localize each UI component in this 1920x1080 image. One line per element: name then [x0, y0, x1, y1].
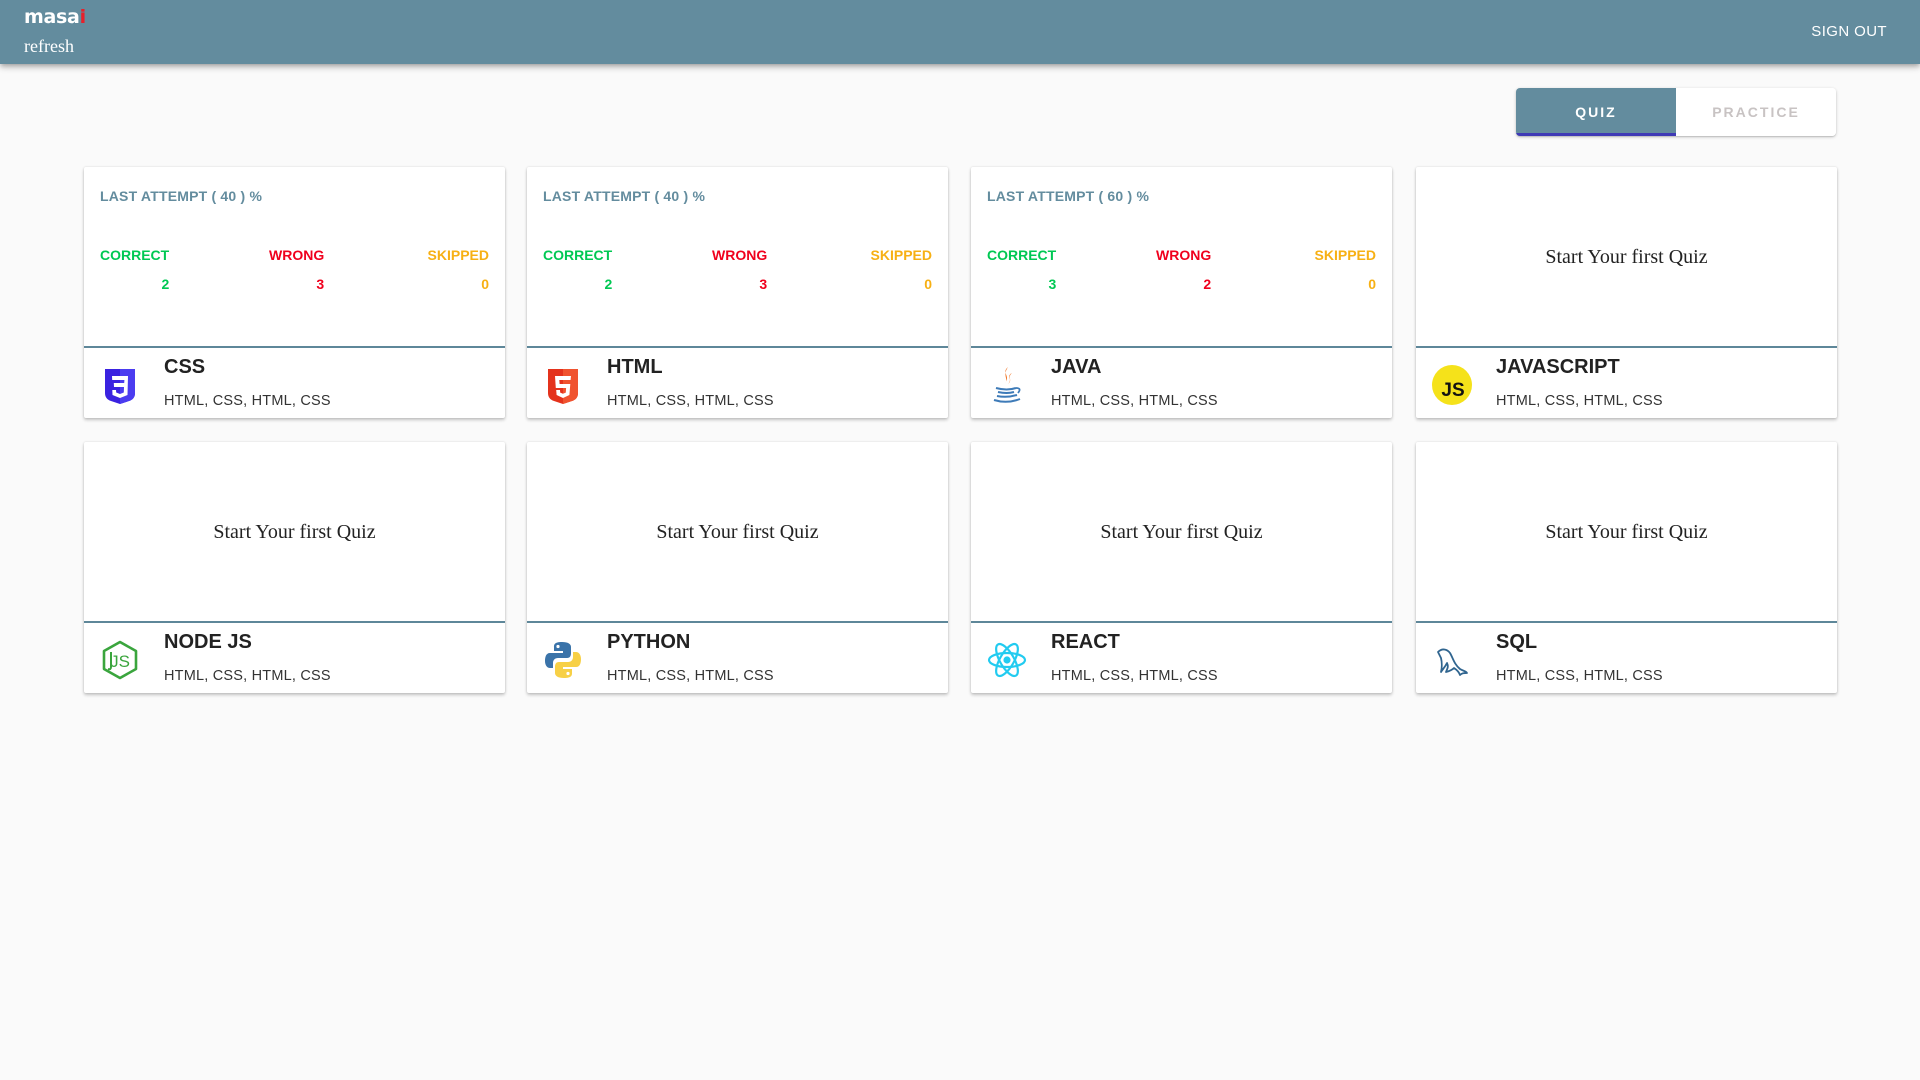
app-bar: masai refresh SIGN OUT	[0, 0, 1920, 64]
mysql-dolphin-icon	[1432, 640, 1472, 680]
card-tags: HTML, CSS, HTML, CSS	[1051, 668, 1218, 684]
correct-count: 2	[604, 276, 613, 292]
correct-label: CORRECT	[543, 247, 613, 263]
card-footer: JS NODE JS HTML, CSS, HTML, CSS	[84, 625, 505, 693]
card-start-area: Start Your first Quiz	[1416, 167, 1837, 348]
quiz-card-css[interactable]: LAST ATTEMPT ( 40 ) % CORRECT 2 WRONG 3 SK…	[84, 167, 505, 418]
wrong-count: 2	[1203, 276, 1212, 292]
refresh-link[interactable]: refresh	[24, 36, 74, 57]
wrong-label: WRONG	[712, 247, 768, 263]
last-attempt-score: LAST ATTEMPT ( 40 ) %	[100, 188, 263, 204]
correct-count: 3	[1048, 276, 1057, 292]
svg-text:JS: JS	[1441, 380, 1464, 401]
correct-count: 2	[161, 276, 170, 292]
javascript-icon: JS	[1432, 365, 1472, 405]
skipped-count: 0	[481, 276, 489, 292]
card-stats: LAST ATTEMPT ( 40 ) % CORRECT 2 WRONG 3 SK…	[84, 167, 505, 348]
card-start-area: Start Your first Quiz	[84, 442, 505, 623]
skipped-label: SKIPPED	[427, 247, 489, 263]
skipped-stat: SKIPPED 0	[428, 247, 489, 292]
card-title: SQL	[1496, 631, 1538, 653]
css3-icon	[100, 365, 140, 405]
skipped-stat: SKIPPED 0	[1315, 247, 1376, 292]
skipped-label: SKIPPED	[1314, 247, 1376, 263]
masai-logo[interactable]: masai	[24, 6, 86, 28]
correct-stat: CORRECT 3	[987, 247, 1056, 292]
card-footer: HTML HTML, CSS, HTML, CSS	[527, 350, 948, 418]
start-first-quiz[interactable]: Start Your first Quiz	[971, 442, 1392, 623]
card-title: PYTHON	[607, 631, 691, 653]
sign-out-button[interactable]: SIGN OUT	[1811, 23, 1887, 40]
card-title: HTML	[607, 356, 663, 378]
svg-text:JS: JS	[110, 652, 130, 671]
skipped-stat: SKIPPED 0	[871, 247, 932, 292]
skipped-count: 0	[924, 276, 932, 292]
start-first-quiz[interactable]: Start Your first Quiz	[1416, 167, 1837, 348]
tab-quiz[interactable]: QUIZ	[1516, 88, 1676, 136]
wrong-count: 3	[759, 276, 768, 292]
html5-icon	[543, 365, 583, 405]
nodejs-icon: JS	[100, 640, 140, 680]
skipped-count: 0	[1368, 276, 1376, 292]
card-footer: JAVA HTML, CSS, HTML, CSS	[971, 350, 1392, 418]
wrong-count: 3	[316, 276, 325, 292]
python-icon	[543, 640, 583, 680]
quiz-card-javascript[interactable]: Start Your first Quiz JS JAVASCRIPT HTML…	[1416, 167, 1837, 418]
card-tags: HTML, CSS, HTML, CSS	[1051, 393, 1218, 409]
wrong-stat: WRONG 3	[269, 247, 324, 292]
card-tags: HTML, CSS, HTML, CSS	[1496, 393, 1663, 409]
logo-text: masa	[24, 6, 80, 28]
card-title: JAVA	[1051, 356, 1102, 378]
card-tags: HTML, CSS, HTML, CSS	[164, 393, 331, 409]
correct-label: CORRECT	[100, 247, 170, 263]
card-stats: LAST ATTEMPT ( 40 ) % CORRECT 2 WRONG 3 SK…	[527, 167, 948, 348]
quiz-card-sql[interactable]: Start Your first Quiz SQL HTML, CSS, HTM…	[1416, 442, 1837, 693]
card-title: CSS	[164, 356, 206, 378]
card-tags: HTML, CSS, HTML, CSS	[164, 668, 331, 684]
logo-accent: i	[79, 6, 87, 28]
correct-label: CORRECT	[987, 247, 1057, 263]
last-attempt-score: LAST ATTEMPT ( 60 ) %	[987, 188, 1150, 204]
skipped-label: SKIPPED	[870, 247, 932, 263]
start-first-quiz[interactable]: Start Your first Quiz	[527, 442, 948, 623]
correct-stat: CORRECT 2	[543, 247, 612, 292]
react-icon	[987, 640, 1027, 680]
card-start-area: Start Your first Quiz	[971, 442, 1392, 623]
card-footer: REACT HTML, CSS, HTML, CSS	[971, 625, 1392, 693]
card-tags: HTML, CSS, HTML, CSS	[1496, 668, 1663, 684]
java-icon	[987, 365, 1027, 405]
correct-stat: CORRECT 2	[100, 247, 169, 292]
card-title: REACT	[1051, 631, 1120, 653]
card-stats: LAST ATTEMPT ( 60 ) % CORRECT 3 WRONG 2 SK…	[971, 167, 1392, 348]
quiz-card-python[interactable]: Start Your first Quiz PYTHON HTML, CSS, …	[527, 442, 948, 693]
card-start-area: Start Your first Quiz	[527, 442, 948, 623]
wrong-label: WRONG	[1156, 247, 1212, 263]
card-footer: JS JAVASCRIPT HTML, CSS, HTML, CSS	[1416, 350, 1837, 418]
wrong-stat: WRONG 2	[1156, 247, 1211, 292]
wrong-label: WRONG	[269, 247, 325, 263]
card-tags: HTML, CSS, HTML, CSS	[607, 668, 774, 684]
card-footer: SQL HTML, CSS, HTML, CSS	[1416, 625, 1837, 693]
quiz-card-java[interactable]: LAST ATTEMPT ( 60 ) % CORRECT 3 WRONG 2 SK…	[971, 167, 1392, 418]
last-attempt-score: LAST ATTEMPT ( 40 ) %	[543, 188, 706, 204]
card-start-area: Start Your first Quiz	[1416, 442, 1837, 623]
start-first-quiz[interactable]: Start Your first Quiz	[1416, 442, 1837, 623]
card-title: NODE JS	[164, 631, 252, 653]
quiz-card-nodejs[interactable]: Start Your first Quiz JS NODE JS HTML, C…	[84, 442, 505, 693]
quiz-card-react[interactable]: Start Your first Quiz REACT HTML, CSS, H…	[971, 442, 1392, 693]
card-footer: PYTHON HTML, CSS, HTML, CSS	[527, 625, 948, 693]
mode-tabs: QUIZ PRACTICE	[1516, 88, 1836, 136]
card-title: JAVASCRIPT	[1496, 356, 1620, 378]
quiz-card-html[interactable]: LAST ATTEMPT ( 40 ) % CORRECT 2 WRONG 3 SK…	[527, 167, 948, 418]
wrong-stat: WRONG 3	[712, 247, 767, 292]
card-tags: HTML, CSS, HTML, CSS	[607, 393, 774, 409]
tab-practice[interactable]: PRACTICE	[1676, 88, 1836, 136]
card-footer: CSS HTML, CSS, HTML, CSS	[84, 350, 505, 418]
start-first-quiz[interactable]: Start Your first Quiz	[84, 442, 505, 623]
